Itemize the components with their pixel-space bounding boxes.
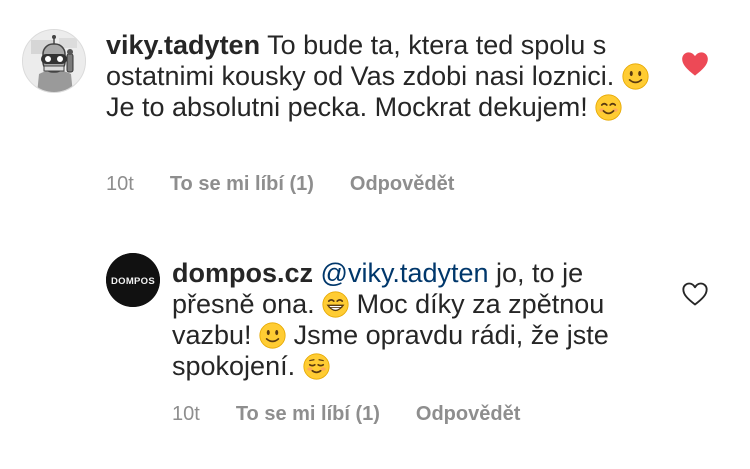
like-heart-filled-icon[interactable] <box>681 51 709 77</box>
robot-avatar-icon <box>23 30 85 92</box>
mention-link[interactable]: @viky.tadyten <box>321 258 489 288</box>
user-avatar[interactable]: DOMPOS <box>106 253 160 307</box>
comment-text: viky.tadyten To bude ta, ktera ted spolu… <box>106 30 666 123</box>
avatar-logo-text: DOMPOS <box>111 276 155 287</box>
comment-meta: 10t To se mi líbí (1) Odpovědět <box>172 403 520 426</box>
comment-username[interactable]: dompos.cz <box>172 258 313 288</box>
comment-time: 10t <box>106 173 134 195</box>
smiling-face-emoji-icon <box>622 63 649 90</box>
comment-time: 10t <box>172 403 200 425</box>
grinning-face-emoji-icon <box>322 291 349 318</box>
user-avatar[interactable] <box>22 29 86 93</box>
comment-meta: 10t To se mi líbí (1) Odpovědět <box>106 173 454 196</box>
smiling-face-emoji-icon <box>259 322 286 349</box>
blushing-smile-emoji-icon <box>595 94 622 121</box>
reply-button[interactable]: Odpovědět <box>350 173 454 196</box>
comment-text: dompos.cz @viky.tadyten jo, to je přesně… <box>172 258 662 382</box>
like-heart-outline-icon[interactable] <box>681 281 709 307</box>
comment-body-part: Je to absolutni pecka. Mockrat dekujem! <box>106 92 588 122</box>
likes-count-button[interactable]: To se mi líbí (1) <box>170 173 314 196</box>
comment-username[interactable]: viky.tadyten <box>106 30 260 60</box>
reply-button[interactable]: Odpovědět <box>416 403 520 426</box>
likes-count-button[interactable]: To se mi líbí (1) <box>236 403 380 426</box>
dompos-logo-icon: DOMPOS <box>106 253 160 307</box>
relieved-smile-emoji-icon <box>303 353 330 380</box>
